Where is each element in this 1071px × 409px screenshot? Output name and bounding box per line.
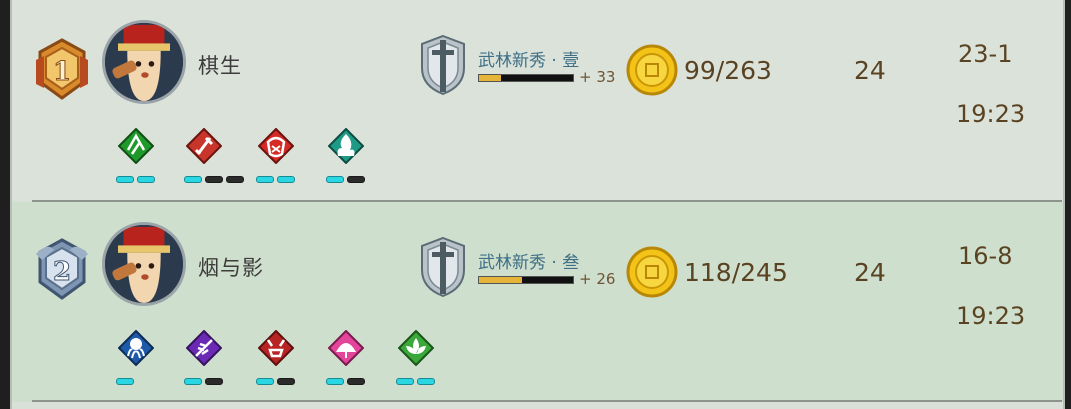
hero-stars <box>184 378 223 385</box>
hero-slot[interactable] <box>180 330 228 390</box>
tier-label: 武林新秀 · 壹 <box>478 51 580 71</box>
hero-slot[interactable] <box>112 128 160 188</box>
elapsed-time: 19:23 <box>956 100 1026 128</box>
hero-stars <box>184 176 244 183</box>
purple-feather-hero-icon <box>186 330 222 366</box>
silver-rank-badge-icon: 2 <box>36 238 88 300</box>
tier-progress-bar <box>478 74 574 82</box>
player-name: 烟与影 <box>198 256 264 280</box>
hero-slot[interactable] <box>322 330 370 390</box>
gold-amount: 118/245 <box>684 258 788 287</box>
tier-delta: + 33 <box>579 68 616 86</box>
hero-slot[interactable] <box>322 128 370 188</box>
teal-flame-hero-icon <box>328 128 364 164</box>
player-level: 24 <box>854 258 886 287</box>
gold-coin-icon <box>626 44 678 96</box>
player-row-1[interactable]: 1 棋生 武林新秀 · 壹 + 33 99/263 24 23-1 19:23 <box>12 0 1063 200</box>
green-wind-hero-icon <box>118 128 154 164</box>
hero-stars <box>256 176 295 183</box>
player-level: 24 <box>854 56 886 85</box>
red-sword-hero-icon <box>186 128 222 164</box>
elapsed-time: 19:23 <box>956 302 1026 330</box>
hero-stars <box>326 176 365 183</box>
win-loss-record: 16-8 <box>958 242 1013 270</box>
red-mask-hero-icon <box>258 128 294 164</box>
tier-label: 武林新秀 · 叁 <box>478 253 580 273</box>
hero-stars <box>396 378 435 385</box>
hero-slot[interactable] <box>252 330 300 390</box>
hero-slot[interactable] <box>392 330 440 390</box>
rank-number: 1 <box>53 57 71 87</box>
player-name: 棋生 <box>198 54 242 78</box>
tier-delta: + 26 <box>579 270 616 288</box>
tier-progress-fill <box>479 75 501 81</box>
rank-number: 2 <box>53 257 71 287</box>
avatar[interactable] <box>102 222 186 306</box>
hero-slot[interactable] <box>252 128 300 188</box>
gold-rank-badge-icon: 1 <box>36 38 88 100</box>
sword-shield-tier-icon <box>421 34 465 96</box>
hero-stars <box>116 378 134 385</box>
avatar[interactable] <box>102 20 186 104</box>
green-lotus-hero-icon <box>398 330 434 366</box>
win-loss-record: 23-1 <box>958 40 1013 68</box>
hero-stars <box>256 378 295 385</box>
pink-fan-hero-icon <box>328 330 364 366</box>
right-edge <box>1065 0 1071 409</box>
tier-progress-fill <box>479 277 523 283</box>
tier-progress-bar <box>478 276 574 284</box>
scoreboard-panel: 1 棋生 武林新秀 · 壹 + 33 99/263 24 23-1 19:23 … <box>10 0 1065 409</box>
left-edge <box>0 0 10 409</box>
player-row-2[interactable]: 2 烟与影 武林新秀 · 叁 + 26 118/245 24 16-8 19:2… <box>12 202 1063 402</box>
gold-coin-icon <box>626 246 678 298</box>
red-demon-hero-icon <box>258 330 294 366</box>
row-divider <box>32 400 1062 402</box>
hero-slot[interactable] <box>112 330 160 390</box>
hero-slot[interactable] <box>180 128 244 188</box>
hero-stars <box>326 378 365 385</box>
hero-stars <box>116 176 155 183</box>
blue-octopus-hero-icon <box>118 330 154 366</box>
gold-amount: 99/263 <box>684 56 772 85</box>
sword-shield-tier-icon <box>421 236 465 298</box>
